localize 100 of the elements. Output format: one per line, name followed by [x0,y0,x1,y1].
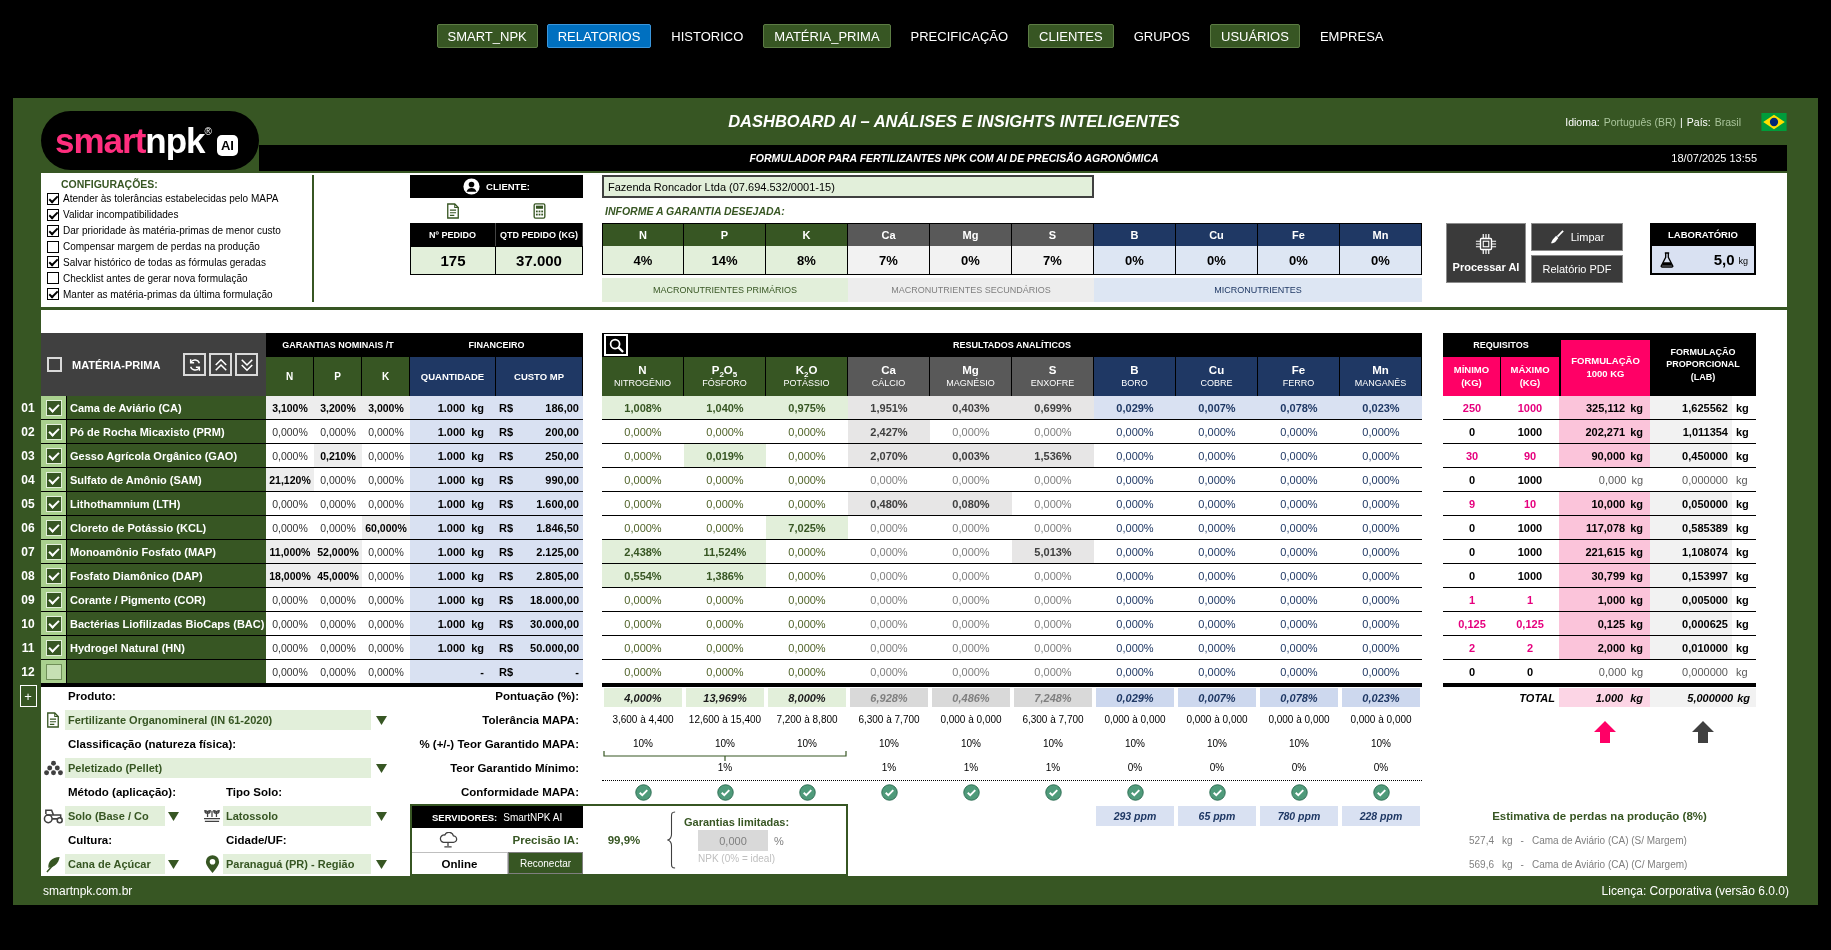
analysis-value: 0,000% [1258,612,1340,636]
nav-tab[interactable]: RELATORIOS [546,24,652,48]
soil-dropdown[interactable]: Latossolo [223,806,371,826]
brace-icon [667,811,676,869]
search-button[interactable] [604,334,628,356]
formulation-value: 221,615 kg [1559,540,1650,564]
analysis-value: 0,000% [602,660,684,684]
lab-quantity-field[interactable]: 5,0 kg [1650,246,1756,275]
analysis-value: 0,000% [1340,612,1422,636]
crop-dropdown[interactable]: Cana de Açúcar [65,854,165,874]
loss-amount: 527,4 [1469,834,1495,846]
column-header: FORMULAÇÃO 1000 KG [1559,333,1650,396]
analysis-value: 0,000% [848,636,930,660]
guarantee-field[interactable]: 7% [848,246,930,275]
analysis-value: 0,000% [1176,588,1258,612]
nominal-value: 0,000% [314,468,362,492]
minimum-content: 1% [963,762,979,774]
nutrient-name: FÓSFORO [702,378,747,389]
nominal-value: 45,000% [314,564,362,588]
tolerance-range: 0,000 à 0,000 [940,714,1002,726]
reconnect-button[interactable]: Reconectar [508,852,583,874]
order-quantity-field[interactable]: 37.000 [496,246,583,275]
analysis-value: 0,000% [848,612,930,636]
material-name: Monoamônio Fosfato (MAP) [67,540,266,564]
guarantee-field[interactable]: 0% [1094,246,1176,275]
method-dropdown[interactable]: Solo (Base / Co [65,806,165,826]
quantity-cell: 1.000 kg [410,612,496,636]
cost-cell: R$ 1.600,00 [496,492,583,516]
nutrient-symbol: B [1130,364,1139,378]
nutrient-header: Ca [848,223,930,246]
nutrient-symbol: N [638,364,647,378]
classification-dropdown[interactable]: Peletizado (Pellet) [65,758,371,778]
ai-badge: AI [216,135,238,156]
analysis-value: 0,000% [1012,636,1094,660]
guarantee-field[interactable]: 7% [1012,246,1094,275]
nutrient-header: Mg [930,223,1012,246]
order-number-field[interactable]: 175 [410,246,496,275]
tolerance-percent: 10% [1125,738,1145,750]
nav-tab[interactable]: MATÉRIA_PRIMA [763,24,891,48]
analysis-value: 0,000% [1340,564,1422,588]
checkbox[interactable] [47,272,59,285]
caret-icon[interactable] [375,715,387,725]
score-value: 6,928% [850,688,928,707]
analysis-value: 0,000% [1258,564,1340,588]
move-up-button[interactable] [209,353,232,376]
guarantee-field[interactable]: 0% [1176,246,1258,275]
material-name: Fosfato Diamônico (DAP) [67,564,266,588]
proportional-value: 0,450000 [1650,444,1732,467]
client-field[interactable]: Fazenda Roncador Ltda (07.694.532/0001-15) [602,175,1094,198]
tolerance-range: 0,000 à 0,000 [1350,714,1412,726]
nav-tab[interactable]: SMART_NPK [436,24,538,48]
move-down-button[interactable] [235,353,258,376]
unit-label: kg [1735,641,1750,654]
precision-value: 99,9% [607,834,641,846]
caret-icon[interactable] [167,859,179,869]
separator-text: - [1520,858,1524,870]
caret-icon[interactable] [167,811,179,821]
process-ai-button[interactable]: Processar AI [1446,223,1526,283]
ppm-value: 780 ppm [1260,806,1338,826]
city-dropdown[interactable]: Paranaguá (PR) - Região [223,854,371,874]
row-number: 06 [21,521,35,535]
analysis-value: 0,000% [848,660,930,684]
add-row-button[interactable]: + [19,685,37,707]
caret-icon[interactable] [375,811,387,821]
analysis-value: 0,000% [684,612,766,636]
analysis-value: 0,000% [1258,588,1340,612]
analysis-value: 0,000% [1094,420,1176,444]
analysis-value: 0,019% [684,444,766,468]
guarantee-field[interactable]: 4% [602,246,684,275]
total-formulation: 1.000 kg [1559,688,1650,707]
minimum-value: 30 [1443,444,1501,468]
score-value: 7,248% [1014,688,1092,707]
checkbox[interactable] [47,288,59,301]
guarantee-field[interactable]: 0% [1258,246,1340,275]
guarantee-field[interactable]: 8% [766,246,848,275]
analysis-value: 0,000% [1176,420,1258,444]
nav-tab[interactable]: CLIENTES [1028,24,1114,48]
caret-icon[interactable] [375,859,387,869]
pdf-report-button[interactable]: Relatório PDF [1531,255,1623,283]
checkbox[interactable] [47,256,59,269]
analysis-value: 2,438% [602,540,684,564]
analysis-value: 0,000% [930,516,1012,540]
row-label: % (+/-) Teor Garantido MAPA: [419,738,580,750]
row-number: 10 [21,617,35,631]
total-proportional: 5,000000 kg [1650,688,1756,707]
guarantee-field[interactable]: 0% [930,246,1012,275]
guarantee-field[interactable]: 14% [684,246,766,275]
caret-icon[interactable] [375,763,387,773]
nav-tab[interactable]: USUÁRIOS [1210,24,1300,48]
separator-text: - [1520,834,1524,846]
analysis-value: 0,000% [1176,660,1258,684]
clear-button[interactable]: Limpar [1531,223,1623,251]
refresh-button[interactable] [183,353,206,376]
checkbox[interactable] [45,663,62,680]
product-dropdown[interactable]: Fertilizante Organomineral (IN 61-2020) [65,710,371,730]
chevrons-up-icon [213,357,228,372]
guarantee-field[interactable]: 0% [1340,246,1422,275]
formulation-value: 30,799 kg [1559,564,1650,588]
maximum-value: 0 [1501,660,1559,684]
website-link[interactable]: smartnpk.com.br [43,883,133,898]
